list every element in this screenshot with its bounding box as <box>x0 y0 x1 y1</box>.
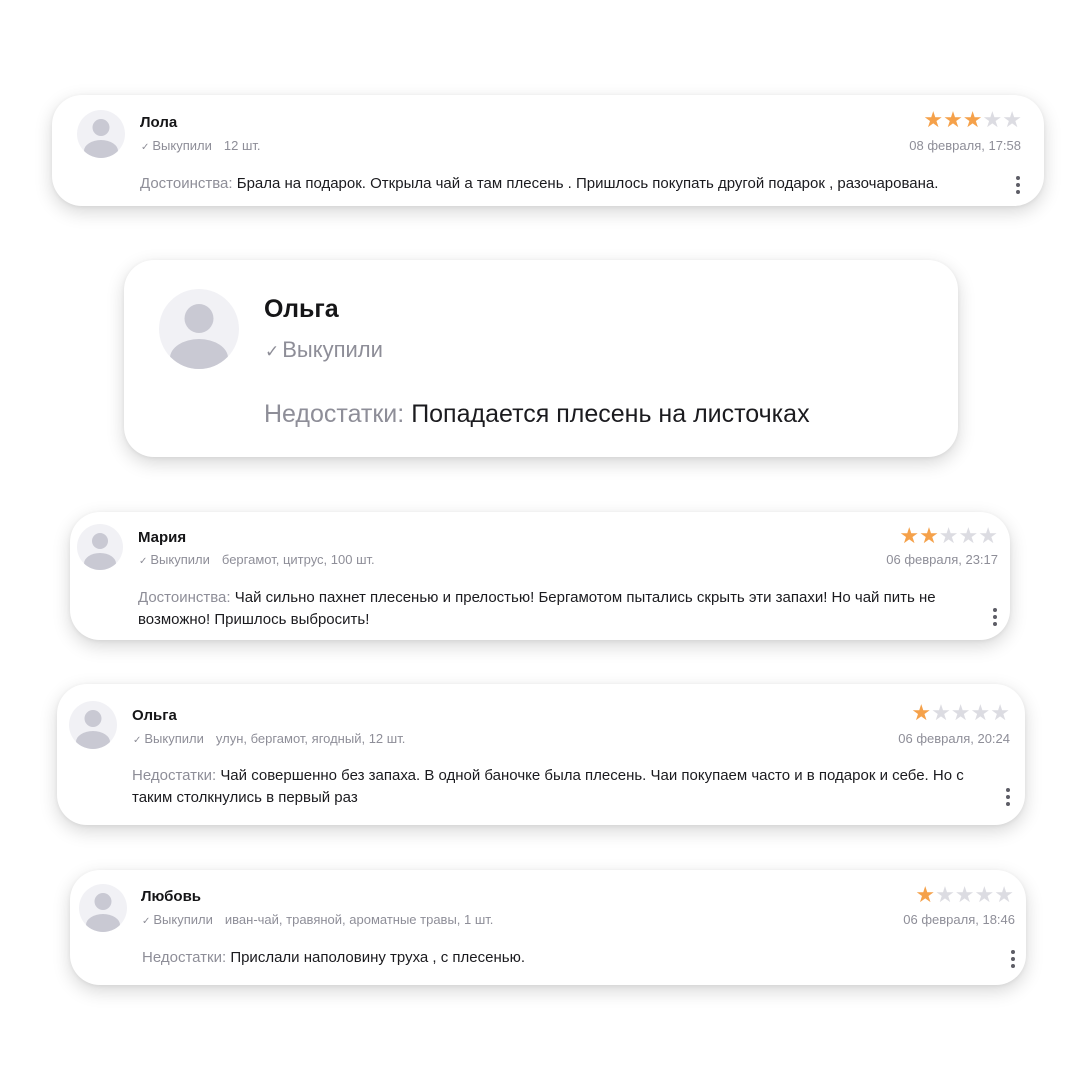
star-empty-icon: ★ <box>978 523 998 548</box>
review-text: Недостатки: Чай совершенно без запаха. В… <box>132 765 977 809</box>
star-filled-icon: ★ <box>915 882 936 907</box>
review-text: Достоинства: Брала на подарок. Открыла ч… <box>140 173 1000 195</box>
review-card: Любовь ✓ Выкупили иван-чай, травяной, аром… <box>70 870 1026 985</box>
review-text: Достоинства: Чай сильно пахнет плесенью … <box>138 587 958 631</box>
review-date: 06 февраля, 18:46 <box>903 912 1015 927</box>
rating-stars: ★★★★★ <box>915 884 1014 906</box>
star-empty-icon: ★ <box>994 882 1014 907</box>
rating-stars: ★★★★★ <box>911 702 1010 724</box>
review-label: Недостатки: <box>132 767 217 784</box>
avatar <box>77 524 123 570</box>
more-options-icon[interactable] <box>1016 176 1020 197</box>
star-filled-icon: ★ <box>923 107 944 132</box>
star-filled-icon: ★ <box>919 523 939 548</box>
rating-stars: ★★★★★ <box>899 525 998 547</box>
star-empty-icon: ★ <box>990 700 1010 725</box>
avatar <box>79 884 127 932</box>
review-body: Попадается плесень на листочках <box>411 400 810 428</box>
avatar <box>77 110 125 158</box>
star-empty-icon: ★ <box>954 882 975 907</box>
purchase-status: Выкупили <box>152 138 212 153</box>
author-name: Ольга <box>132 707 177 724</box>
rating-stars: ★★★★★ <box>923 109 1022 131</box>
review-body: Прислали наполовину труха , с плесенью. <box>230 949 525 966</box>
star-empty-icon: ★ <box>958 523 979 548</box>
review-card: Ольга ✓ Выкупили улун, бергамот, ягодный, … <box>57 684 1025 825</box>
star-empty-icon: ★ <box>982 107 1003 132</box>
review-text: Недостатки: Прислали наполовину труха , … <box>142 947 962 969</box>
more-options-icon[interactable] <box>1011 950 1015 971</box>
author-name: Ольга <box>264 295 339 323</box>
star-empty-icon: ★ <box>950 700 971 725</box>
star-filled-icon: ★ <box>911 700 932 725</box>
product-variant: иван-чай, травяной, ароматные травы, 1 ш… <box>224 912 494 927</box>
avatar <box>69 701 117 749</box>
review-date: 08 февраля, 17:58 <box>909 138 1021 153</box>
product-variant: улун, бергамот, ягодный, 12 шт. <box>215 731 406 746</box>
avatar <box>159 289 239 369</box>
review-card: Мария ✓ Выкупили бергамот, цитрус, 100 шт.… <box>70 512 1010 640</box>
purchase-status: Выкупили <box>144 731 204 746</box>
star-empty-icon: ★ <box>970 700 991 725</box>
purchase-info: ✓ Выкупили иван-чай, травяной, ароматные т… <box>142 912 493 927</box>
review-date: 06 февраля, 20:24 <box>898 731 1010 746</box>
check-icon: ✓ <box>142 916 151 927</box>
author-name: Лола <box>140 114 178 131</box>
review-card: Лола ✓ Выкупили 12 шт. ★★★★★ 08 февраля, 1… <box>52 95 1044 206</box>
purchase-status: Выкупили <box>153 912 213 927</box>
author-name: Мария <box>138 529 187 546</box>
review-body: Чай совершенно без запаха. В одной баноч… <box>132 767 964 806</box>
purchase-info: ✓ Выкупили 12 шт. <box>141 138 261 153</box>
product-variant: 12 шт. <box>223 138 261 153</box>
review-body: Брала на подарок. Открыла чай а там плес… <box>236 175 939 192</box>
review-text: Недостатки: Попадается плесень на листоч… <box>264 396 944 432</box>
review-date: 06 февраля, 23:17 <box>886 552 998 567</box>
star-filled-icon: ★ <box>899 523 920 548</box>
review-label: Достоинства: <box>138 589 231 606</box>
star-empty-icon: ★ <box>935 882 955 907</box>
purchase-status: Выкупили <box>150 552 210 567</box>
star-empty-icon: ★ <box>974 882 995 907</box>
review-card: Ольга ✓ Выкупили Недостатки: Попадается п… <box>124 260 958 457</box>
more-options-icon[interactable] <box>993 608 997 629</box>
star-filled-icon: ★ <box>943 107 963 132</box>
review-label: Недостатки: <box>264 400 405 428</box>
check-icon: ✓ <box>265 342 280 361</box>
purchase-info: ✓ Выкупили бергамот, цитрус, 100 шт. <box>139 552 375 567</box>
check-icon: ✓ <box>141 142 150 153</box>
check-icon: ✓ <box>139 556 148 567</box>
purchase-status: Выкупили <box>282 337 383 362</box>
check-icon: ✓ <box>133 735 142 746</box>
star-empty-icon: ★ <box>931 700 951 725</box>
purchase-info: ✓ Выкупили <box>265 337 383 363</box>
star-empty-icon: ★ <box>938 523 959 548</box>
review-label: Достоинства: <box>140 175 233 192</box>
author-name: Любовь <box>141 888 202 905</box>
review-label: Недостатки: <box>142 949 227 966</box>
product-variant: бергамот, цитрус, 100 шт. <box>221 552 375 567</box>
review-body: Чай сильно пахнет плесенью и прелостью! … <box>138 589 936 628</box>
star-filled-icon: ★ <box>962 107 983 132</box>
star-empty-icon: ★ <box>1002 107 1022 132</box>
more-options-icon[interactable] <box>1006 788 1010 809</box>
purchase-info: ✓ Выкупили улун, бергамот, ягодный, 12 шт. <box>133 731 405 746</box>
